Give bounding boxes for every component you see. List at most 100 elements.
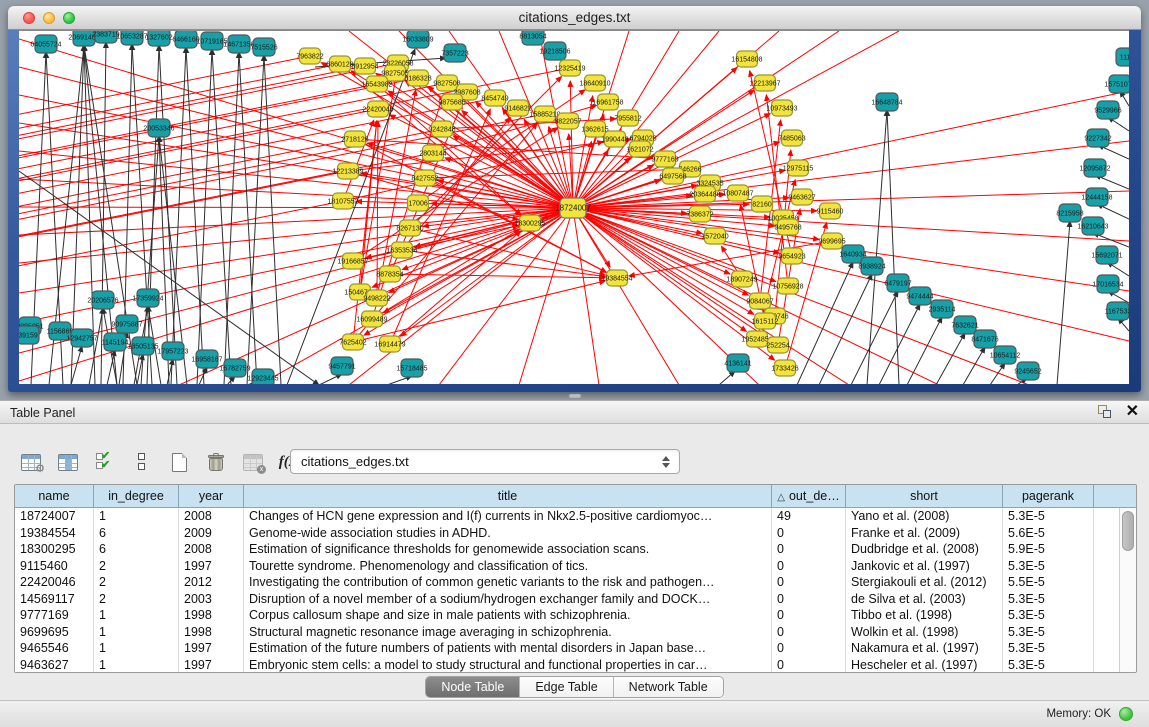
graph-node[interactable]: 9463627 — [788, 189, 815, 205]
graph-node[interactable]: 16958167 — [191, 350, 222, 368]
column-header-pagerank[interactable]: pagerank — [1003, 485, 1094, 507]
red-edge[interactable] — [573, 208, 599, 384]
graph-node[interactable]: 8454749 — [481, 90, 508, 106]
graph-node[interactable]: 16961758 — [592, 94, 623, 110]
graph-node[interactable]: 16648784 — [871, 93, 902, 111]
graph-node[interactable]: 1145194 — [102, 333, 129, 351]
red-edge[interactable] — [573, 208, 1129, 341]
stacked-rows-button[interactable] — [129, 449, 155, 475]
graph-node[interactable]: 9242848 — [428, 121, 455, 137]
graph-node[interactable]: 17957223 — [157, 342, 188, 360]
red-edge[interactable] — [19, 129, 442, 214]
black-edge[interactable] — [819, 274, 872, 384]
graph-node[interactable]: 9115460 — [817, 203, 844, 219]
select-rows-button[interactable]: ✔✔ — [92, 449, 118, 475]
table-selector-dropdown[interactable]: citations_edges.txt — [290, 449, 680, 474]
graph-node[interactable]: 12213389 — [332, 163, 363, 179]
graph-node[interactable]: 8860128 — [326, 56, 353, 72]
graph-node[interactable]: 252254 — [766, 337, 789, 353]
tab-network-table[interactable]: Network Table — [614, 677, 723, 697]
graph-node[interactable]: 9498222 — [363, 290, 390, 306]
graph-node[interactable]: 12444158 — [1081, 188, 1112, 206]
graph-node[interactable]: 2718126 — [341, 131, 368, 147]
graph-node[interactable]: 7515526 — [250, 38, 277, 56]
graph-node[interactable]: 6479197 — [884, 274, 911, 292]
graph-node[interactable]: 17006 — [408, 195, 429, 211]
graph-node[interactable]: 10654112 — [990, 346, 1021, 364]
graph-node[interactable]: 8938924 — [858, 257, 885, 275]
table-row[interactable]: 946362711997Embryonic stem cells: a mode… — [15, 657, 1119, 674]
red-edge[interactable] — [353, 121, 377, 342]
window-titlebar[interactable]: citations_edges.txt — [8, 6, 1141, 30]
scrollbar-thumb[interactable] — [1122, 511, 1134, 551]
graph-node[interactable]: 8822057 — [554, 113, 581, 129]
graph-node[interactable]: 7963822 — [296, 48, 323, 64]
black-edge[interactable] — [963, 347, 985, 384]
graph-node[interactable]: 1167533 — [1105, 302, 1129, 320]
graph-node[interactable]: 9245652 — [1014, 362, 1041, 380]
graph-node[interactable]: 10653287 — [116, 31, 147, 45]
graph-node[interactable]: 12325419 — [554, 60, 585, 76]
column-header-out_de[interactable]: △out_de… — [772, 485, 846, 507]
graph-node[interactable]: 9495768 — [774, 219, 801, 235]
table-row[interactable]: 1456911722003Disruption of a novel membe… — [15, 591, 1119, 608]
graph-node[interactable]: 15692071 — [1091, 246, 1122, 264]
graph-node[interactable]: 82160 — [752, 196, 773, 212]
graph-node[interactable]: 15751074 — [1104, 75, 1129, 93]
black-edge[interactable] — [907, 317, 942, 384]
graph-node[interactable]: 16210643 — [1077, 217, 1108, 235]
red-edge[interactable] — [573, 208, 754, 314]
graph-node[interactable]: 8878354 — [376, 266, 403, 282]
graph-node[interactable]: 1615112 — [752, 313, 779, 329]
table-scrollbar[interactable] — [1119, 508, 1136, 672]
graph-node[interactable]: 7357223 — [441, 44, 468, 62]
close-panel-icon[interactable]: ✕ — [1126, 404, 1139, 420]
graph-node[interactable]: 7955812 — [614, 110, 641, 126]
graph-node[interactable]: 16782759 — [219, 359, 250, 377]
red-edge[interactable] — [573, 141, 1129, 208]
table-row[interactable]: 977716911998Corpus callosum shape and si… — [15, 607, 1119, 624]
graph-node[interactable]: 9474444 — [906, 287, 933, 305]
red-edge[interactable] — [19, 179, 573, 208]
red-edge[interactable] — [19, 64, 340, 128]
black-edge[interactable] — [719, 371, 735, 384]
table-row[interactable]: 911546021997Tourette syndrome. Phenomeno… — [15, 558, 1119, 575]
float-panel-icon[interactable] — [1098, 404, 1114, 420]
black-edge[interactable] — [186, 47, 204, 384]
graph-node[interactable]: 7485063 — [778, 130, 805, 146]
graph-node[interactable]: 17016534 — [1092, 275, 1123, 293]
graph-node[interactable]: 7386372 — [686, 206, 713, 222]
graph-node[interactable]: 12942757 — [66, 329, 97, 347]
graph-node[interactable]: 8427552 — [411, 170, 438, 186]
table-row[interactable]: 1830029562008Estimation of significance … — [15, 541, 1119, 558]
graph-node[interactable]: 8215958 — [1056, 204, 1083, 222]
network-view-canvas[interactable]: 6405572420691406238371910653287132760264… — [19, 30, 1129, 384]
table-settings-button[interactable]: ⚙ — [18, 449, 44, 475]
graph-node[interactable]: 19218506 — [539, 42, 570, 60]
black-edge[interactable] — [887, 110, 899, 384]
graph-node[interactable]: 9529966 — [1094, 101, 1121, 119]
graph-node[interactable]: 12095872 — [1079, 159, 1110, 177]
tab-node-table[interactable]: Node Table — [426, 677, 520, 697]
graph-node[interactable]: 20206576 — [87, 291, 118, 309]
table-row[interactable]: 946554611997Estimation of the future num… — [15, 640, 1119, 657]
graph-node[interactable]: 8813054 — [519, 31, 546, 45]
red-edge[interactable] — [573, 208, 1029, 384]
trash-button[interactable] — [203, 449, 229, 475]
graph-node[interactable]: 18640910 — [579, 75, 610, 91]
black-edge[interactable] — [990, 363, 1005, 384]
black-edge[interactable] — [101, 42, 106, 384]
graph-node[interactable]: 1990448 — [601, 131, 628, 147]
graph-node[interactable]: 15718485 — [396, 359, 427, 377]
graph-node[interactable]: 64055724 — [30, 35, 61, 53]
graph-node[interactable]: 9654923 — [778, 248, 805, 264]
red-edge[interactable] — [19, 201, 343, 266]
graph-node[interactable]: 9875685 — [438, 94, 465, 110]
network-graph[interactable]: 6405572420691406238371910653287132760264… — [19, 31, 1129, 384]
table-row[interactable]: 1872400712008Changes of HCN gene express… — [15, 508, 1119, 525]
graph-node[interactable]: 39159 — [19, 326, 39, 344]
column-header-year[interactable]: year — [179, 485, 244, 507]
graph-node[interactable]: 9457791 — [328, 357, 355, 375]
graph-node[interactable]: 12923445 — [247, 369, 278, 384]
graph-node[interactable]: 1112 — [1116, 48, 1129, 66]
